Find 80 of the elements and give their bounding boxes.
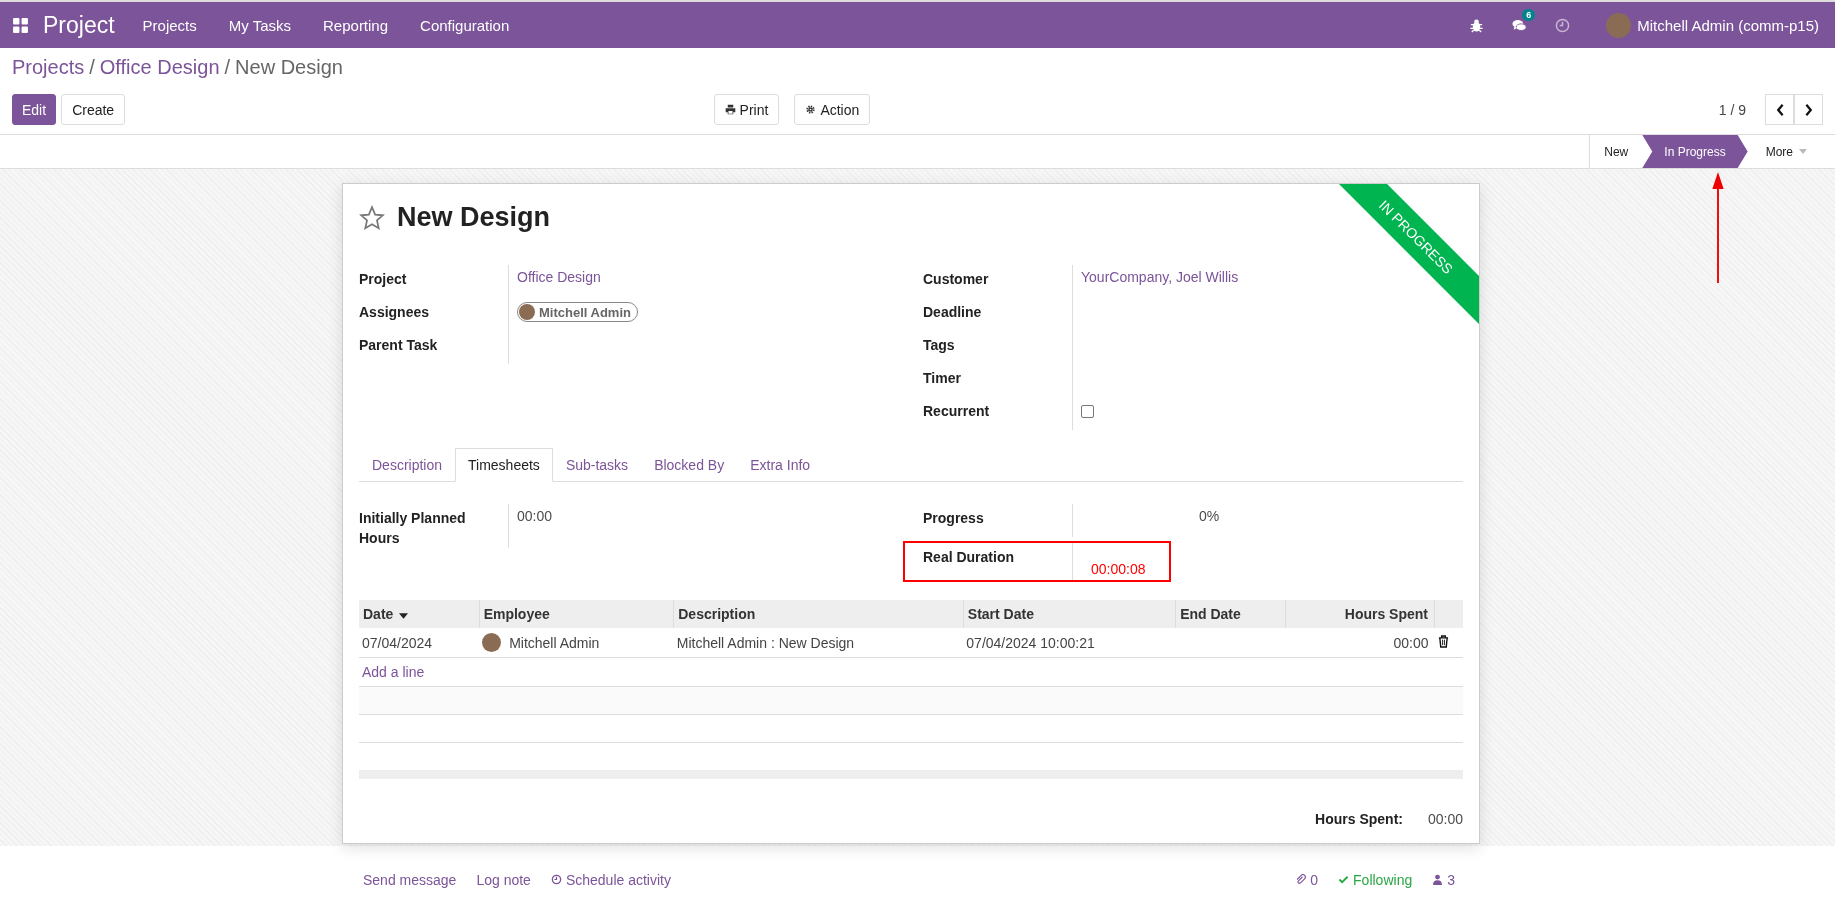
trash-icon[interactable] (1437, 634, 1449, 648)
avatar-icon (482, 633, 502, 652)
apps-menu-icon[interactable] (12, 16, 29, 34)
column-header[interactable]: Start Date (963, 600, 1176, 628)
clock-icon[interactable] (1555, 17, 1571, 33)
field-link[interactable]: Office Design (517, 269, 601, 285)
schedule-activity-link[interactable]: Schedule activity (550, 871, 671, 888)
table-cell: Mitchell Admin (509, 634, 600, 651)
user-name[interactable]: Mitchell Admin (comm-p15) (1637, 16, 1819, 34)
action-button[interactable]: Action (794, 94, 871, 125)
breadcrumb-separator: / (224, 56, 231, 79)
table-cell: 07/04/2024 10:00:21 (963, 628, 1176, 658)
field-label: Parent Task (359, 336, 439, 355)
gear-icon (805, 104, 817, 115)
next-button[interactable] (1794, 94, 1823, 125)
edit-button[interactable]: Edit (12, 94, 57, 125)
field-label: Timer (923, 369, 962, 388)
tab[interactable]: Blocked By (641, 448, 738, 482)
menu-item[interactable]: Reporting (323, 16, 389, 34)
tab[interactable]: Extra Info (737, 448, 824, 482)
app-name[interactable]: Project (43, 11, 115, 39)
record-title: New Design (397, 202, 551, 233)
field-value: 00:00 (517, 508, 553, 524)
total-label: Hours Spent: (1315, 811, 1403, 827)
field-link[interactable]: YourCompany, Joel Willis (1081, 269, 1239, 285)
caret-icon (1799, 149, 1807, 154)
printer-icon (724, 104, 736, 115)
tab[interactable]: Timesheets (455, 448, 553, 482)
chat-icon[interactable] (1512, 17, 1528, 33)
field-label: Deadline (923, 303, 983, 322)
field-value: 00:00:08 (1090, 561, 1146, 577)
chevron-right-icon (1803, 102, 1814, 117)
column-header[interactable]: Description (673, 600, 964, 628)
total-value: 00:00 (1427, 811, 1463, 827)
field-label: Assignees (359, 303, 431, 322)
field-label: Tags (923, 336, 956, 355)
menu-item[interactable]: Configuration (420, 16, 510, 34)
column-header[interactable]: Date (359, 600, 480, 628)
table-cell: 00:00 (1285, 628, 1435, 658)
column-header[interactable]: End Date (1175, 600, 1286, 628)
table-cell: 07/04/2024 (359, 628, 480, 658)
breadcrumb-link[interactable]: Projects (12, 56, 85, 79)
log-note-link[interactable]: Log note (476, 871, 531, 888)
bug-icon[interactable] (1469, 17, 1485, 33)
tab[interactable]: Sub-tasks (552, 448, 642, 482)
tab[interactable]: Description (359, 448, 456, 482)
send-message-link[interactable]: Send message (363, 871, 457, 888)
followers-button[interactable]: 3 (1432, 871, 1455, 888)
field-label: Project (359, 270, 408, 289)
breadcrumb-link[interactable]: Office Design (99, 56, 220, 79)
person-icon (1432, 874, 1444, 885)
breadcrumb-current: New Design (235, 56, 343, 79)
field-label: Real Duration (923, 548, 1015, 567)
checkmark-icon (1338, 874, 1350, 885)
field-label: Recurrent (923, 402, 991, 421)
stage-button[interactable]: In Progress (1642, 135, 1748, 168)
breadcrumb-separator: / (89, 56, 95, 79)
message-count-badge: 6 (1522, 8, 1536, 21)
attachments-button[interactable]: 0 (1295, 871, 1319, 888)
clock-icon (550, 874, 562, 885)
menu-item[interactable]: My Tasks (228, 16, 291, 34)
create-button[interactable]: Create (61, 94, 126, 125)
column-header[interactable]: Hours Spent (1285, 600, 1435, 628)
paperclip-icon (1295, 874, 1307, 885)
field-label: Progress (923, 509, 985, 528)
print-button[interactable]: Print (713, 94, 780, 125)
field-label: Initially Planned Hours (359, 509, 467, 548)
recurrent-checkbox[interactable] (1081, 405, 1094, 418)
table-cell: Mitchell Admin : New Design (673, 628, 964, 658)
add-line-link[interactable]: Add a line (362, 664, 425, 680)
previous-button[interactable] (1765, 94, 1794, 125)
following-button[interactable]: Following (1338, 871, 1413, 888)
menu-item[interactable]: Projects (142, 16, 197, 34)
column-header[interactable]: Employee (479, 600, 674, 628)
sort-caret-icon (399, 613, 409, 619)
pager-counter: 1 / 9 (1718, 101, 1746, 118)
field-label: Customer (923, 270, 990, 289)
chevron-left-icon (1774, 102, 1785, 117)
field-value: 0% (1198, 508, 1220, 524)
star-icon[interactable] (359, 204, 385, 231)
